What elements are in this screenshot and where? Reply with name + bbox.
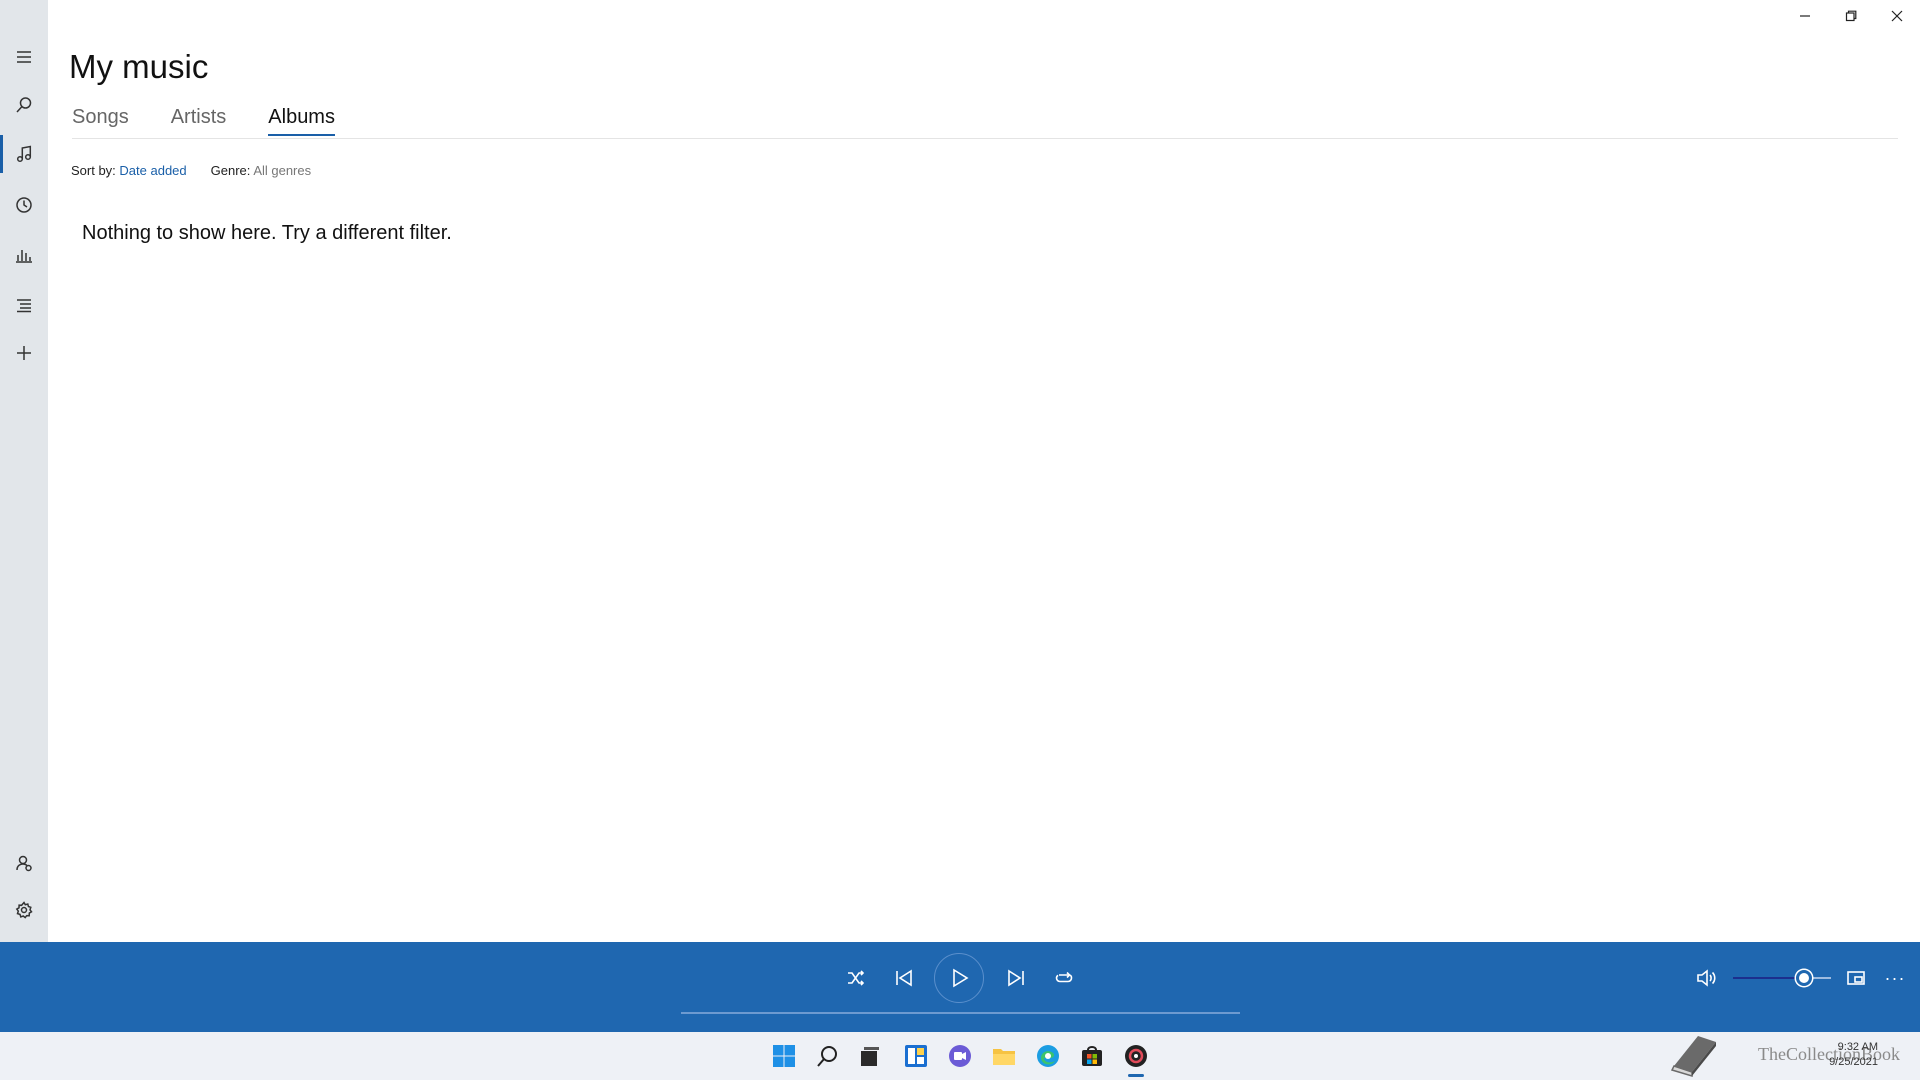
widgets-button[interactable]	[900, 1040, 932, 1072]
filter-bar: Sort by: Date added Genre: All genres	[71, 163, 335, 178]
account-button[interactable]	[0, 841, 48, 885]
settings-button[interactable]	[0, 888, 48, 932]
volume-track-filled	[1733, 977, 1803, 979]
sort-label: Sort by:	[71, 163, 116, 178]
clock-date: 9/25/2021	[1829, 1056, 1878, 1068]
shuffle-icon	[848, 970, 865, 986]
more-icon: ···	[1884, 967, 1906, 988]
taskbar-search-button[interactable]	[812, 1040, 844, 1072]
tab-albums[interactable]: Albums	[268, 106, 335, 136]
recent-icon	[16, 197, 32, 213]
speaker-icon	[1697, 969, 1716, 987]
repeat-button[interactable]	[1044, 958, 1084, 998]
nav-recent-plays[interactable]	[0, 183, 48, 227]
more-options-button[interactable]: ···	[1875, 958, 1915, 998]
file-explorer-icon	[993, 1049, 1015, 1065]
account-icon	[16, 855, 32, 872]
next-icon	[1008, 969, 1024, 987]
gear-icon	[15, 901, 33, 919]
hamburger-menu-button[interactable]	[0, 35, 48, 79]
volume-slider-thumb[interactable]	[1796, 970, 1812, 986]
shuffle-button[interactable]	[836, 958, 876, 998]
add-icon	[17, 346, 31, 360]
task-view-button[interactable]	[854, 1040, 886, 1072]
previous-icon	[896, 969, 912, 987]
mini-view-button[interactable]	[1836, 958, 1876, 998]
playlist-icon	[17, 299, 31, 313]
nav-now-playing[interactable]	[0, 233, 48, 277]
widgets-icon	[905, 1045, 927, 1067]
tab-songs[interactable]: Songs	[72, 106, 129, 136]
chat-button[interactable]	[944, 1040, 976, 1072]
page-title: My music	[69, 48, 209, 85]
nav-playlists[interactable]	[0, 283, 48, 327]
charts-icon	[16, 250, 32, 263]
previous-button[interactable]	[884, 958, 924, 998]
volume-button[interactable]	[1687, 958, 1727, 998]
nav-my-music[interactable]	[0, 132, 48, 176]
sort-filter[interactable]: Sort by: Date added	[71, 163, 187, 178]
system-tray: TheCollectionBook 9:32 AM 9/25/2021	[1590, 1032, 1920, 1080]
play-icon	[953, 968, 969, 988]
repeat-icon	[1055, 971, 1073, 983]
search-button[interactable]	[0, 83, 48, 127]
view-tabs: Songs Artists Albums	[72, 106, 377, 136]
store-button[interactable]	[1076, 1040, 1108, 1072]
search-icon	[817, 1046, 837, 1067]
empty-state-message: Nothing to show here. Try a different fi…	[82, 222, 452, 244]
edge-icon	[1037, 1045, 1059, 1067]
menu-icon	[17, 51, 31, 63]
mini-player-icon	[1847, 971, 1865, 985]
genre-label: Genre:	[210, 163, 251, 178]
tabs-divider	[72, 138, 1898, 139]
main-content: My music Songs Artists Albums Sort by: D…	[48, 0, 1920, 942]
active-app-indicator	[1128, 1074, 1144, 1077]
windows-start-icon	[773, 1045, 795, 1067]
search-icon	[16, 97, 32, 113]
clock[interactable]: 9:32 AM 9/25/2021	[1829, 1040, 1878, 1070]
music-note-icon	[16, 145, 32, 163]
tab-artists[interactable]: Artists	[171, 106, 227, 136]
groove-music-icon	[1125, 1045, 1147, 1067]
edge-button[interactable]	[1032, 1040, 1064, 1072]
genre-value[interactable]: All genres	[253, 163, 311, 178]
volume-track-empty	[1811, 977, 1831, 979]
clock-time: 9:32 AM	[1837, 1041, 1878, 1053]
store-icon	[1082, 1046, 1102, 1066]
task-view-icon	[861, 1047, 879, 1066]
groove-music-window: My music Songs Artists Albums Sort by: D…	[0, 0, 1920, 1032]
nav-rail	[0, 0, 48, 942]
seek-bar[interactable]	[681, 1012, 1240, 1014]
file-explorer-button[interactable]	[988, 1040, 1020, 1072]
teams-chat-icon	[949, 1045, 971, 1067]
genre-filter[interactable]: Genre: All genres	[211, 163, 311, 178]
create-playlist-button[interactable]	[0, 331, 48, 375]
start-button[interactable]	[768, 1040, 800, 1072]
next-button[interactable]	[996, 958, 1036, 998]
player-bar: ···	[0, 942, 1920, 1032]
sort-value[interactable]: Date added	[119, 163, 186, 178]
play-button[interactable]	[934, 953, 984, 1003]
groove-music-taskbar-button[interactable]	[1120, 1040, 1152, 1072]
